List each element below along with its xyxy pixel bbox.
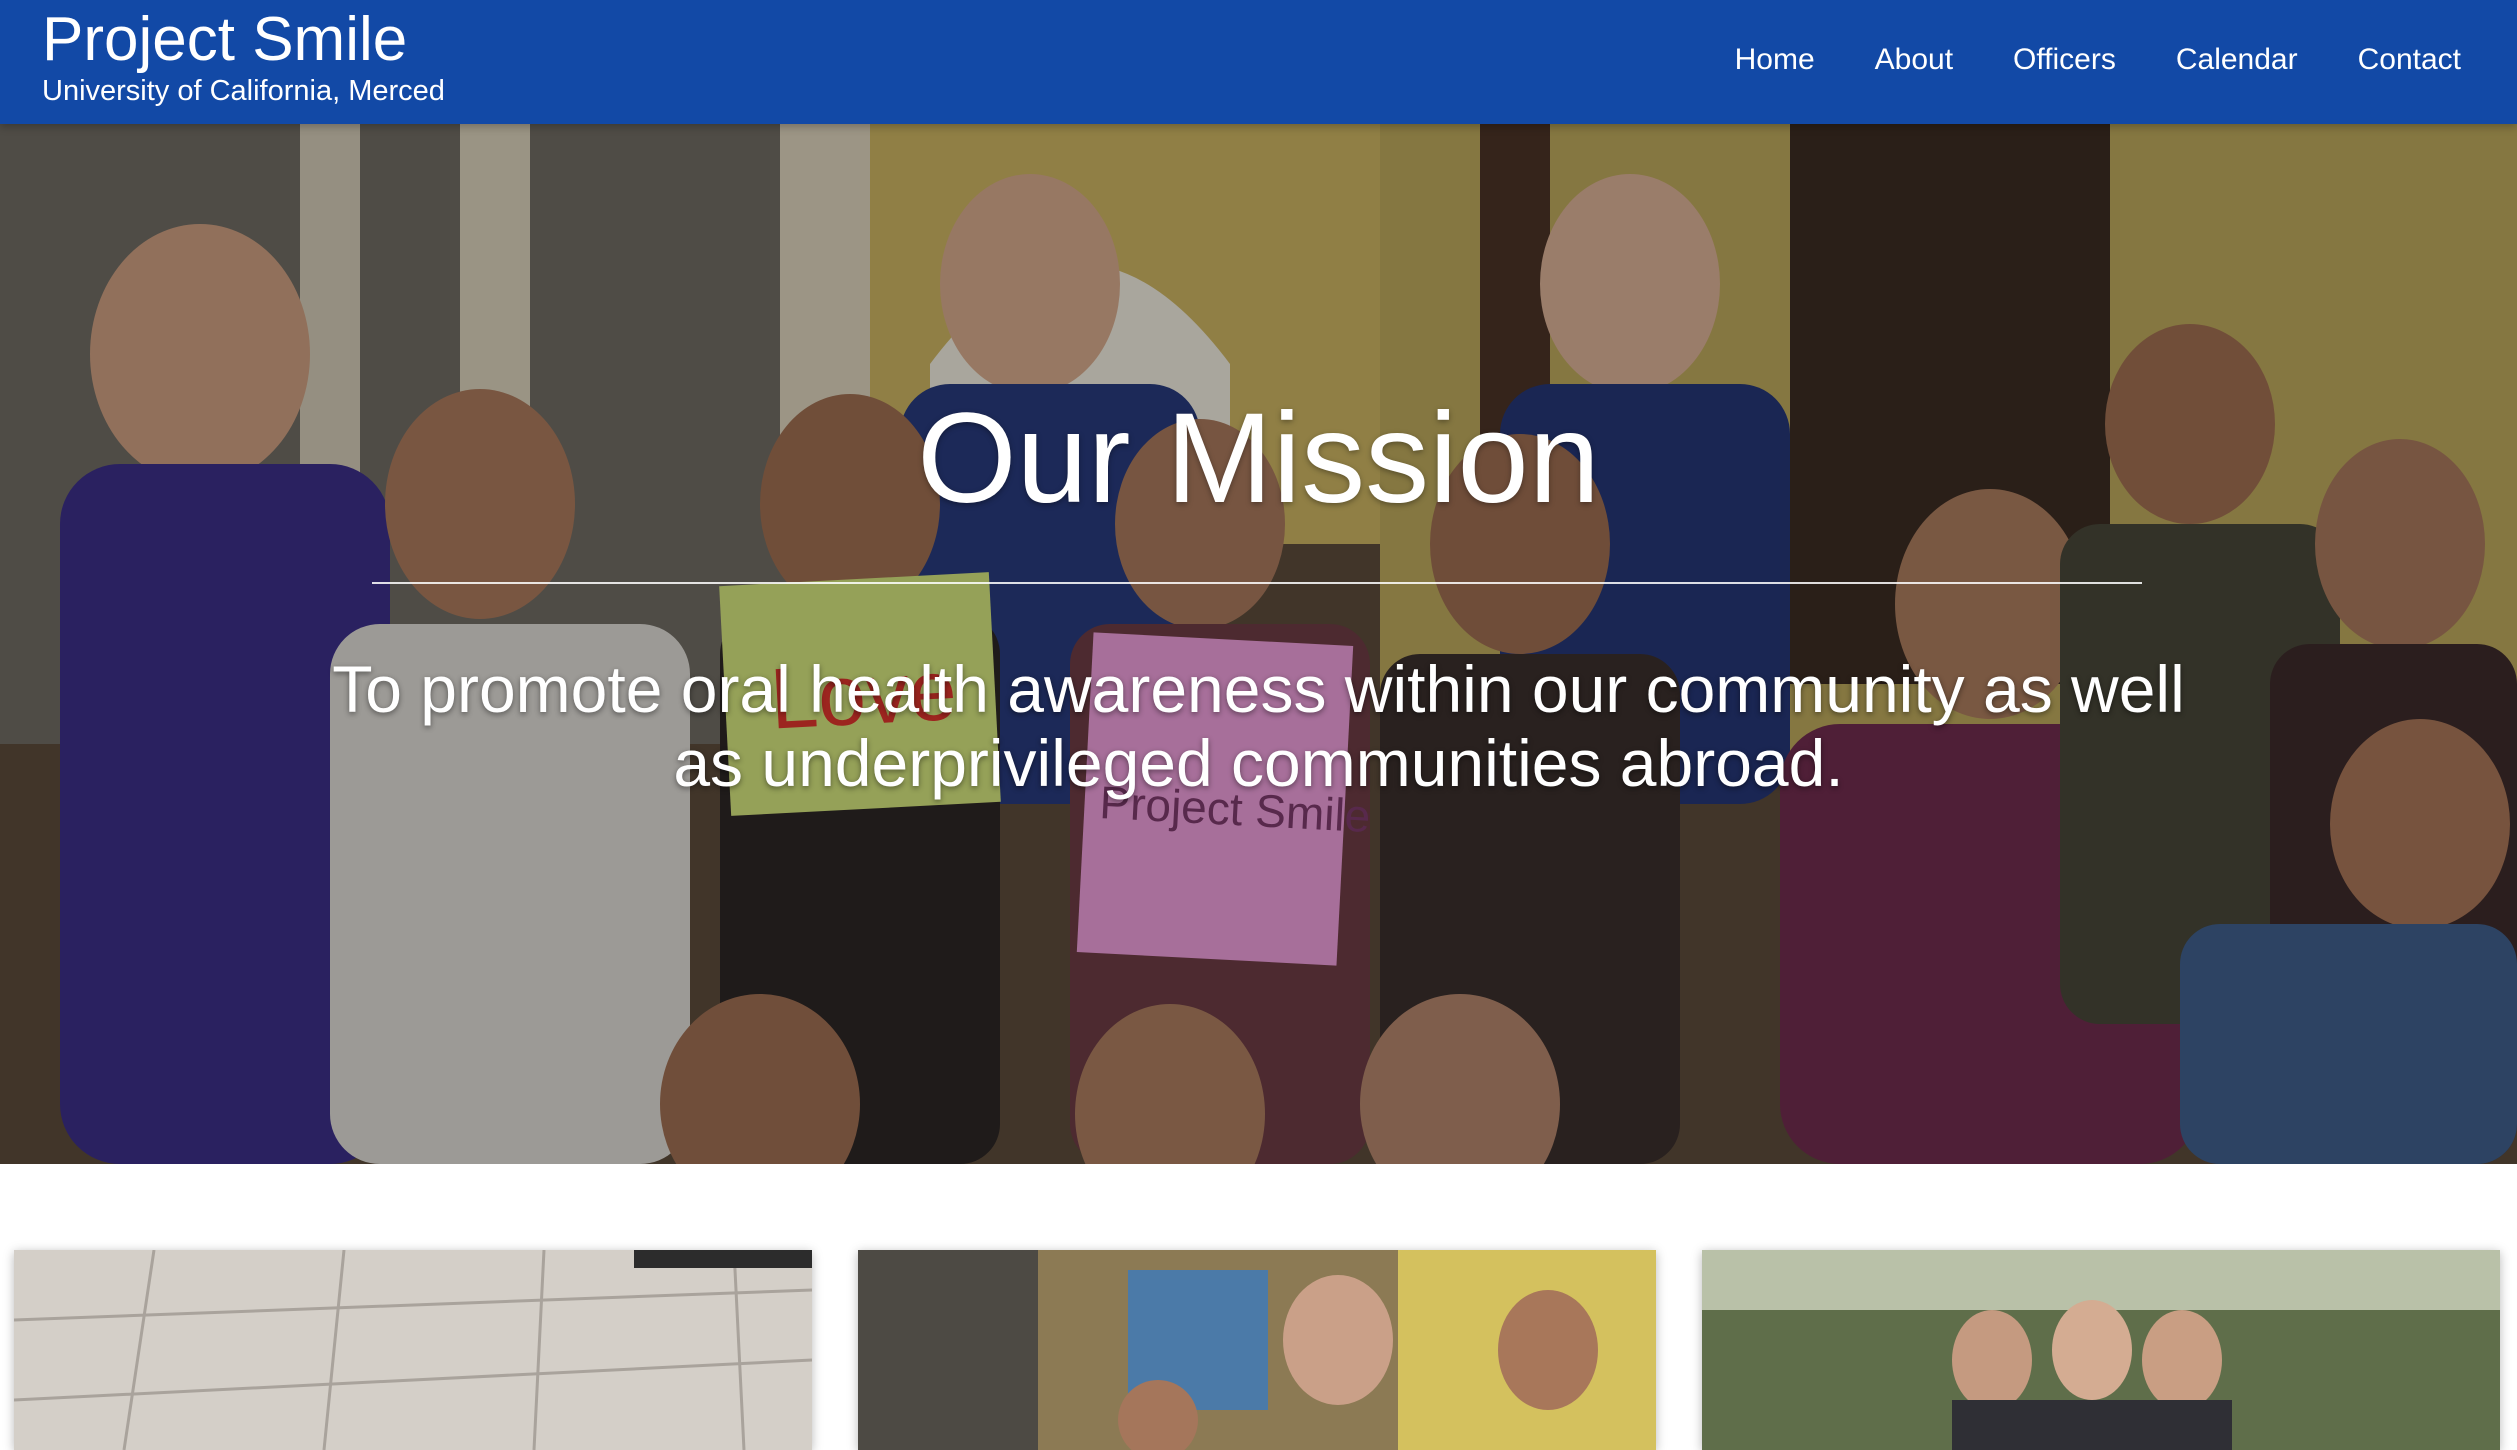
team-photo xyxy=(858,1250,1656,1450)
card-officers-photo[interactable] xyxy=(1702,1250,2500,1450)
top-navbar: Project Smile University of California, … xyxy=(0,0,2517,124)
main-nav: Home About Officers Calendar Contact xyxy=(1705,38,2491,82)
mission-hero: Love Project Smile Our Mission To promot… xyxy=(0,124,2517,1164)
brand-title: Project Smile xyxy=(42,5,408,74)
hero-title: Our Mission xyxy=(917,387,1600,530)
nav-officers[interactable]: Officers xyxy=(1983,38,2146,82)
card-team-photo[interactable] xyxy=(858,1250,1656,1450)
brand-link[interactable]: Project Smile University of California, … xyxy=(42,4,445,108)
card-calendar[interactable] xyxy=(14,1250,812,1450)
nav-contact[interactable]: Contact xyxy=(2328,38,2491,82)
hero-mission-text: To promote oral health awareness within … xyxy=(332,652,2185,800)
hero-divider xyxy=(372,582,2142,584)
nav-about[interactable]: About xyxy=(1845,38,1983,82)
nav-calendar[interactable]: Calendar xyxy=(2146,38,2328,82)
feature-cards xyxy=(0,1250,2517,1450)
hero-dark-overlay xyxy=(0,124,2517,1164)
officers-photo xyxy=(1702,1250,2500,1450)
calendar-photo xyxy=(14,1250,812,1450)
nav-home[interactable]: Home xyxy=(1705,38,1845,82)
brand-subtitle: University of California, Merced xyxy=(42,75,445,107)
